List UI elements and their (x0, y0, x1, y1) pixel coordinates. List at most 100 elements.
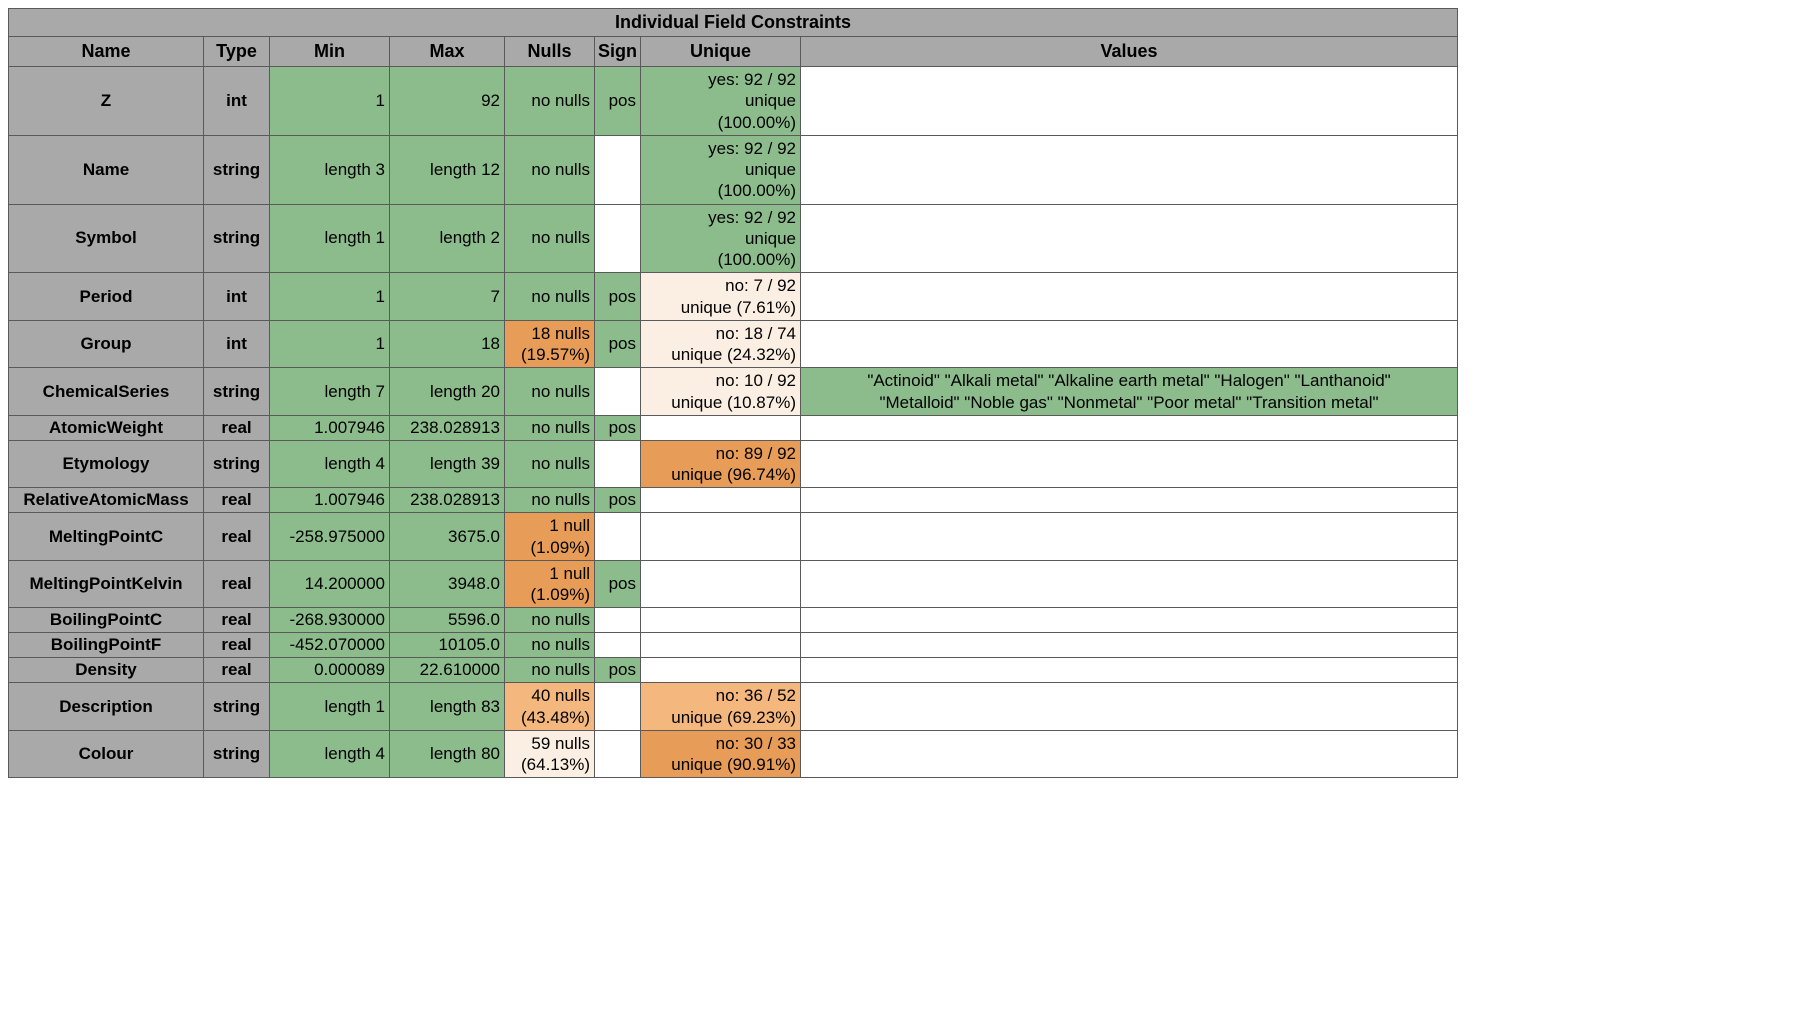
cell-sign (595, 683, 641, 731)
cell-unique (641, 488, 801, 513)
cell-nulls: no nulls (505, 608, 595, 633)
cell-sign (595, 633, 641, 658)
cell-values (801, 273, 1458, 321)
table-row: Groupint11818 nulls(19.57%)posno: 18 / 7… (9, 320, 1458, 368)
field-type: string (204, 440, 270, 488)
field-name: Density (9, 658, 204, 683)
cell-values (801, 204, 1458, 273)
cell-sign (595, 440, 641, 488)
cell-nulls: 1 null(1.09%) (505, 560, 595, 608)
field-type: string (204, 368, 270, 416)
cell-values (801, 608, 1458, 633)
table-row: AtomicWeightreal1.007946238.028913no nul… (9, 415, 1458, 440)
cell-unique: no: 89 / 92unique (96.74%) (641, 440, 801, 488)
field-type: real (204, 633, 270, 658)
cell-min: length 4 (270, 730, 390, 778)
field-name: Period (9, 273, 204, 321)
cell-nulls: no nulls (505, 135, 595, 204)
cell-min: length 4 (270, 440, 390, 488)
table-row: BoilingPointFreal-452.07000010105.0no nu… (9, 633, 1458, 658)
field-type: string (204, 135, 270, 204)
table-row: Periodint17no nullsposno: 7 / 92unique (… (9, 273, 1458, 321)
cell-max: 3948.0 (390, 560, 505, 608)
cell-unique (641, 633, 801, 658)
cell-unique (641, 415, 801, 440)
col-max: Max (390, 37, 505, 67)
cell-values (801, 320, 1458, 368)
cell-max: 238.028913 (390, 488, 505, 513)
table-row: Namestringlength 3length 12no nullsyes: … (9, 135, 1458, 204)
field-name: Group (9, 320, 204, 368)
cell-unique: no: 10 / 92unique (10.87%) (641, 368, 801, 416)
cell-sign (595, 730, 641, 778)
field-type: int (204, 273, 270, 321)
cell-sign (595, 608, 641, 633)
field-type: real (204, 415, 270, 440)
cell-unique (641, 513, 801, 561)
table-row: Etymologystringlength 4length 39no nulls… (9, 440, 1458, 488)
cell-min: length 1 (270, 204, 390, 273)
cell-sign: pos (595, 273, 641, 321)
cell-values: "Actinoid" "Alkali metal" "Alkaline eart… (801, 368, 1458, 416)
cell-nulls: 59 nulls(64.13%) (505, 730, 595, 778)
cell-max: 22.610000 (390, 658, 505, 683)
cell-values (801, 683, 1458, 731)
col-min: Min (270, 37, 390, 67)
cell-min: length 3 (270, 135, 390, 204)
table-row: Colourstringlength 4length 8059 nulls(64… (9, 730, 1458, 778)
cell-sign: pos (595, 415, 641, 440)
cell-values (801, 440, 1458, 488)
field-name: BoilingPointF (9, 633, 204, 658)
field-name: Symbol (9, 204, 204, 273)
header-row: Name Type Min Max Nulls Sign Unique Valu… (9, 37, 1458, 67)
cell-nulls: no nulls (505, 368, 595, 416)
col-unique: Unique (641, 37, 801, 67)
cell-nulls: no nulls (505, 204, 595, 273)
table-row: ChemicalSeriesstringlength 7length 20no … (9, 368, 1458, 416)
field-name: Name (9, 135, 204, 204)
col-sign: Sign (595, 37, 641, 67)
col-nulls: Nulls (505, 37, 595, 67)
table-row: Densityreal0.00008922.610000no nullspos (9, 658, 1458, 683)
field-name: MeltingPointKelvin (9, 560, 204, 608)
field-type: real (204, 608, 270, 633)
cell-values (801, 415, 1458, 440)
cell-sign (595, 135, 641, 204)
cell-values (801, 633, 1458, 658)
field-name: RelativeAtomicMass (9, 488, 204, 513)
cell-min: length 7 (270, 368, 390, 416)
cell-min: 1 (270, 320, 390, 368)
table-title: Individual Field Constraints (9, 9, 1458, 37)
cell-max: length 12 (390, 135, 505, 204)
col-values: Values (801, 37, 1458, 67)
cell-min: 1.007946 (270, 415, 390, 440)
field-name: AtomicWeight (9, 415, 204, 440)
cell-min: 1 (270, 273, 390, 321)
field-type: real (204, 488, 270, 513)
cell-nulls: no nulls (505, 633, 595, 658)
cell-min: -452.070000 (270, 633, 390, 658)
field-type: real (204, 513, 270, 561)
cell-max: length 80 (390, 730, 505, 778)
table-row: MeltingPointCreal-258.9750003675.01 null… (9, 513, 1458, 561)
table-row: Descriptionstringlength 1length 8340 nul… (9, 683, 1458, 731)
cell-unique (641, 560, 801, 608)
cell-values (801, 730, 1458, 778)
cell-values (801, 135, 1458, 204)
cell-min: -258.975000 (270, 513, 390, 561)
cell-min: 1.007946 (270, 488, 390, 513)
cell-values (801, 67, 1458, 136)
field-name: Description (9, 683, 204, 731)
table-row: Symbolstringlength 1length 2no nullsyes:… (9, 204, 1458, 273)
cell-nulls: no nulls (505, 658, 595, 683)
cell-nulls: no nulls (505, 415, 595, 440)
cell-max: 3675.0 (390, 513, 505, 561)
cell-sign (595, 368, 641, 416)
field-name: MeltingPointC (9, 513, 204, 561)
table-row: BoilingPointCreal-268.9300005596.0no nul… (9, 608, 1458, 633)
cell-max: 92 (390, 67, 505, 136)
field-type: real (204, 560, 270, 608)
cell-nulls: 40 nulls(43.48%) (505, 683, 595, 731)
cell-max: 5596.0 (390, 608, 505, 633)
cell-max: length 2 (390, 204, 505, 273)
